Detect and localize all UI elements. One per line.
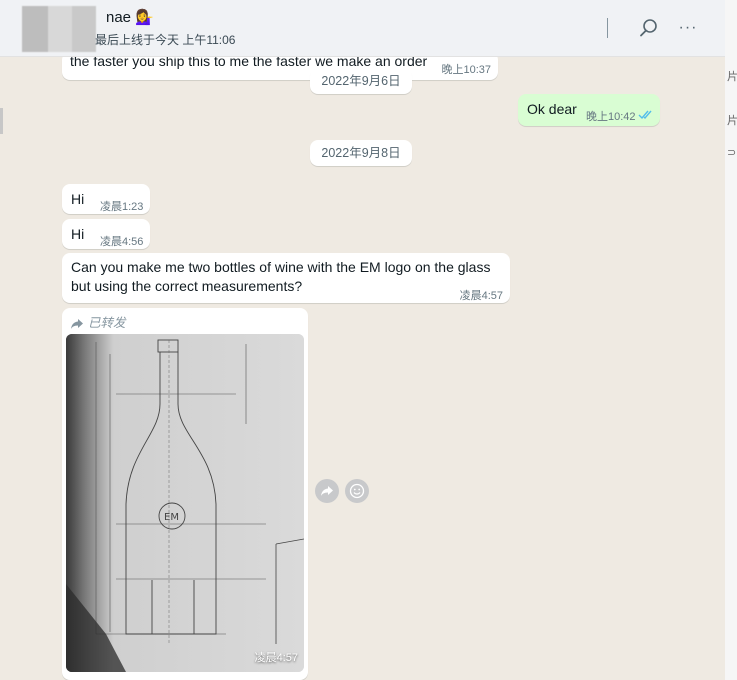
- contact-avatar[interactable]: [22, 6, 96, 52]
- message-text: Can you make me two bottles of wine with…: [71, 259, 491, 294]
- background-app-strip: 片 片 ⊃ 技: [725, 0, 737, 680]
- date-separator: 2022年9月6日: [310, 68, 412, 94]
- contact-name[interactable]: nae 💁‍♀️: [106, 8, 154, 26]
- forwarded-icon: [71, 318, 83, 329]
- strip-text: ⊃ 技: [727, 147, 737, 159]
- message-time: 晚上10:42: [586, 111, 636, 123]
- forwarded-text: 已转发: [88, 316, 126, 330]
- date-separator: 2022年9月8日: [310, 140, 412, 166]
- search-icon[interactable]: [637, 16, 661, 40]
- message-time: 凌晨1:23: [100, 201, 144, 213]
- last-seen-status: 最后上线于今天 上午11:06: [95, 33, 236, 47]
- bottle-drawing-image: EM: [66, 334, 304, 672]
- left-edge-marker: [0, 108, 3, 134]
- more-icon[interactable]: ···: [676, 16, 700, 40]
- emoji-icon[interactable]: [345, 479, 369, 503]
- message-bubble-incoming[interactable]: Hi 凌晨1:23: [62, 184, 150, 214]
- message-bubble-image[interactable]: 已转发 EM 凌晨4:57: [62, 308, 308, 680]
- chat-window: nae 💁‍♀️ 最后上线于今天 上午11:06 ··· the faster y…: [0, 0, 726, 680]
- message-bubble-incoming[interactable]: Can you make me two bottles of wine with…: [62, 253, 510, 303]
- forwarded-label: 已转发: [70, 314, 126, 333]
- message-bubble-incoming[interactable]: Hi 凌晨4:56: [62, 219, 150, 249]
- message-time: 晚上10:37: [441, 64, 491, 76]
- message-time: 凌晨4:57: [459, 290, 503, 302]
- message-text: Hi: [71, 226, 85, 242]
- message-bubble-outgoing[interactable]: Ok dear 晚上10:42: [518, 94, 660, 126]
- message-text: Hi: [71, 191, 85, 207]
- image-attachment[interactable]: EM 凌晨4:57: [66, 334, 304, 672]
- image-time: 凌晨4:57: [254, 652, 298, 664]
- svg-text:EM: EM: [164, 512, 179, 523]
- message-time: 凌晨4:56: [100, 236, 144, 248]
- message-text: Ok dear: [527, 101, 577, 117]
- header-divider: [607, 18, 608, 38]
- contact-name-text: nae: [106, 9, 132, 26]
- strip-text: 片: [727, 115, 737, 127]
- read-receipt-icon: [638, 106, 654, 125]
- contact-emoji: 💁‍♀️: [135, 9, 154, 26]
- forward-icon[interactable]: [315, 479, 339, 503]
- strip-text: 片: [727, 71, 737, 83]
- chat-header: nae 💁‍♀️ 最后上线于今天 上午11:06 ···: [0, 0, 725, 57]
- message-list: the faster you ship this to me the faste…: [0, 52, 725, 680]
